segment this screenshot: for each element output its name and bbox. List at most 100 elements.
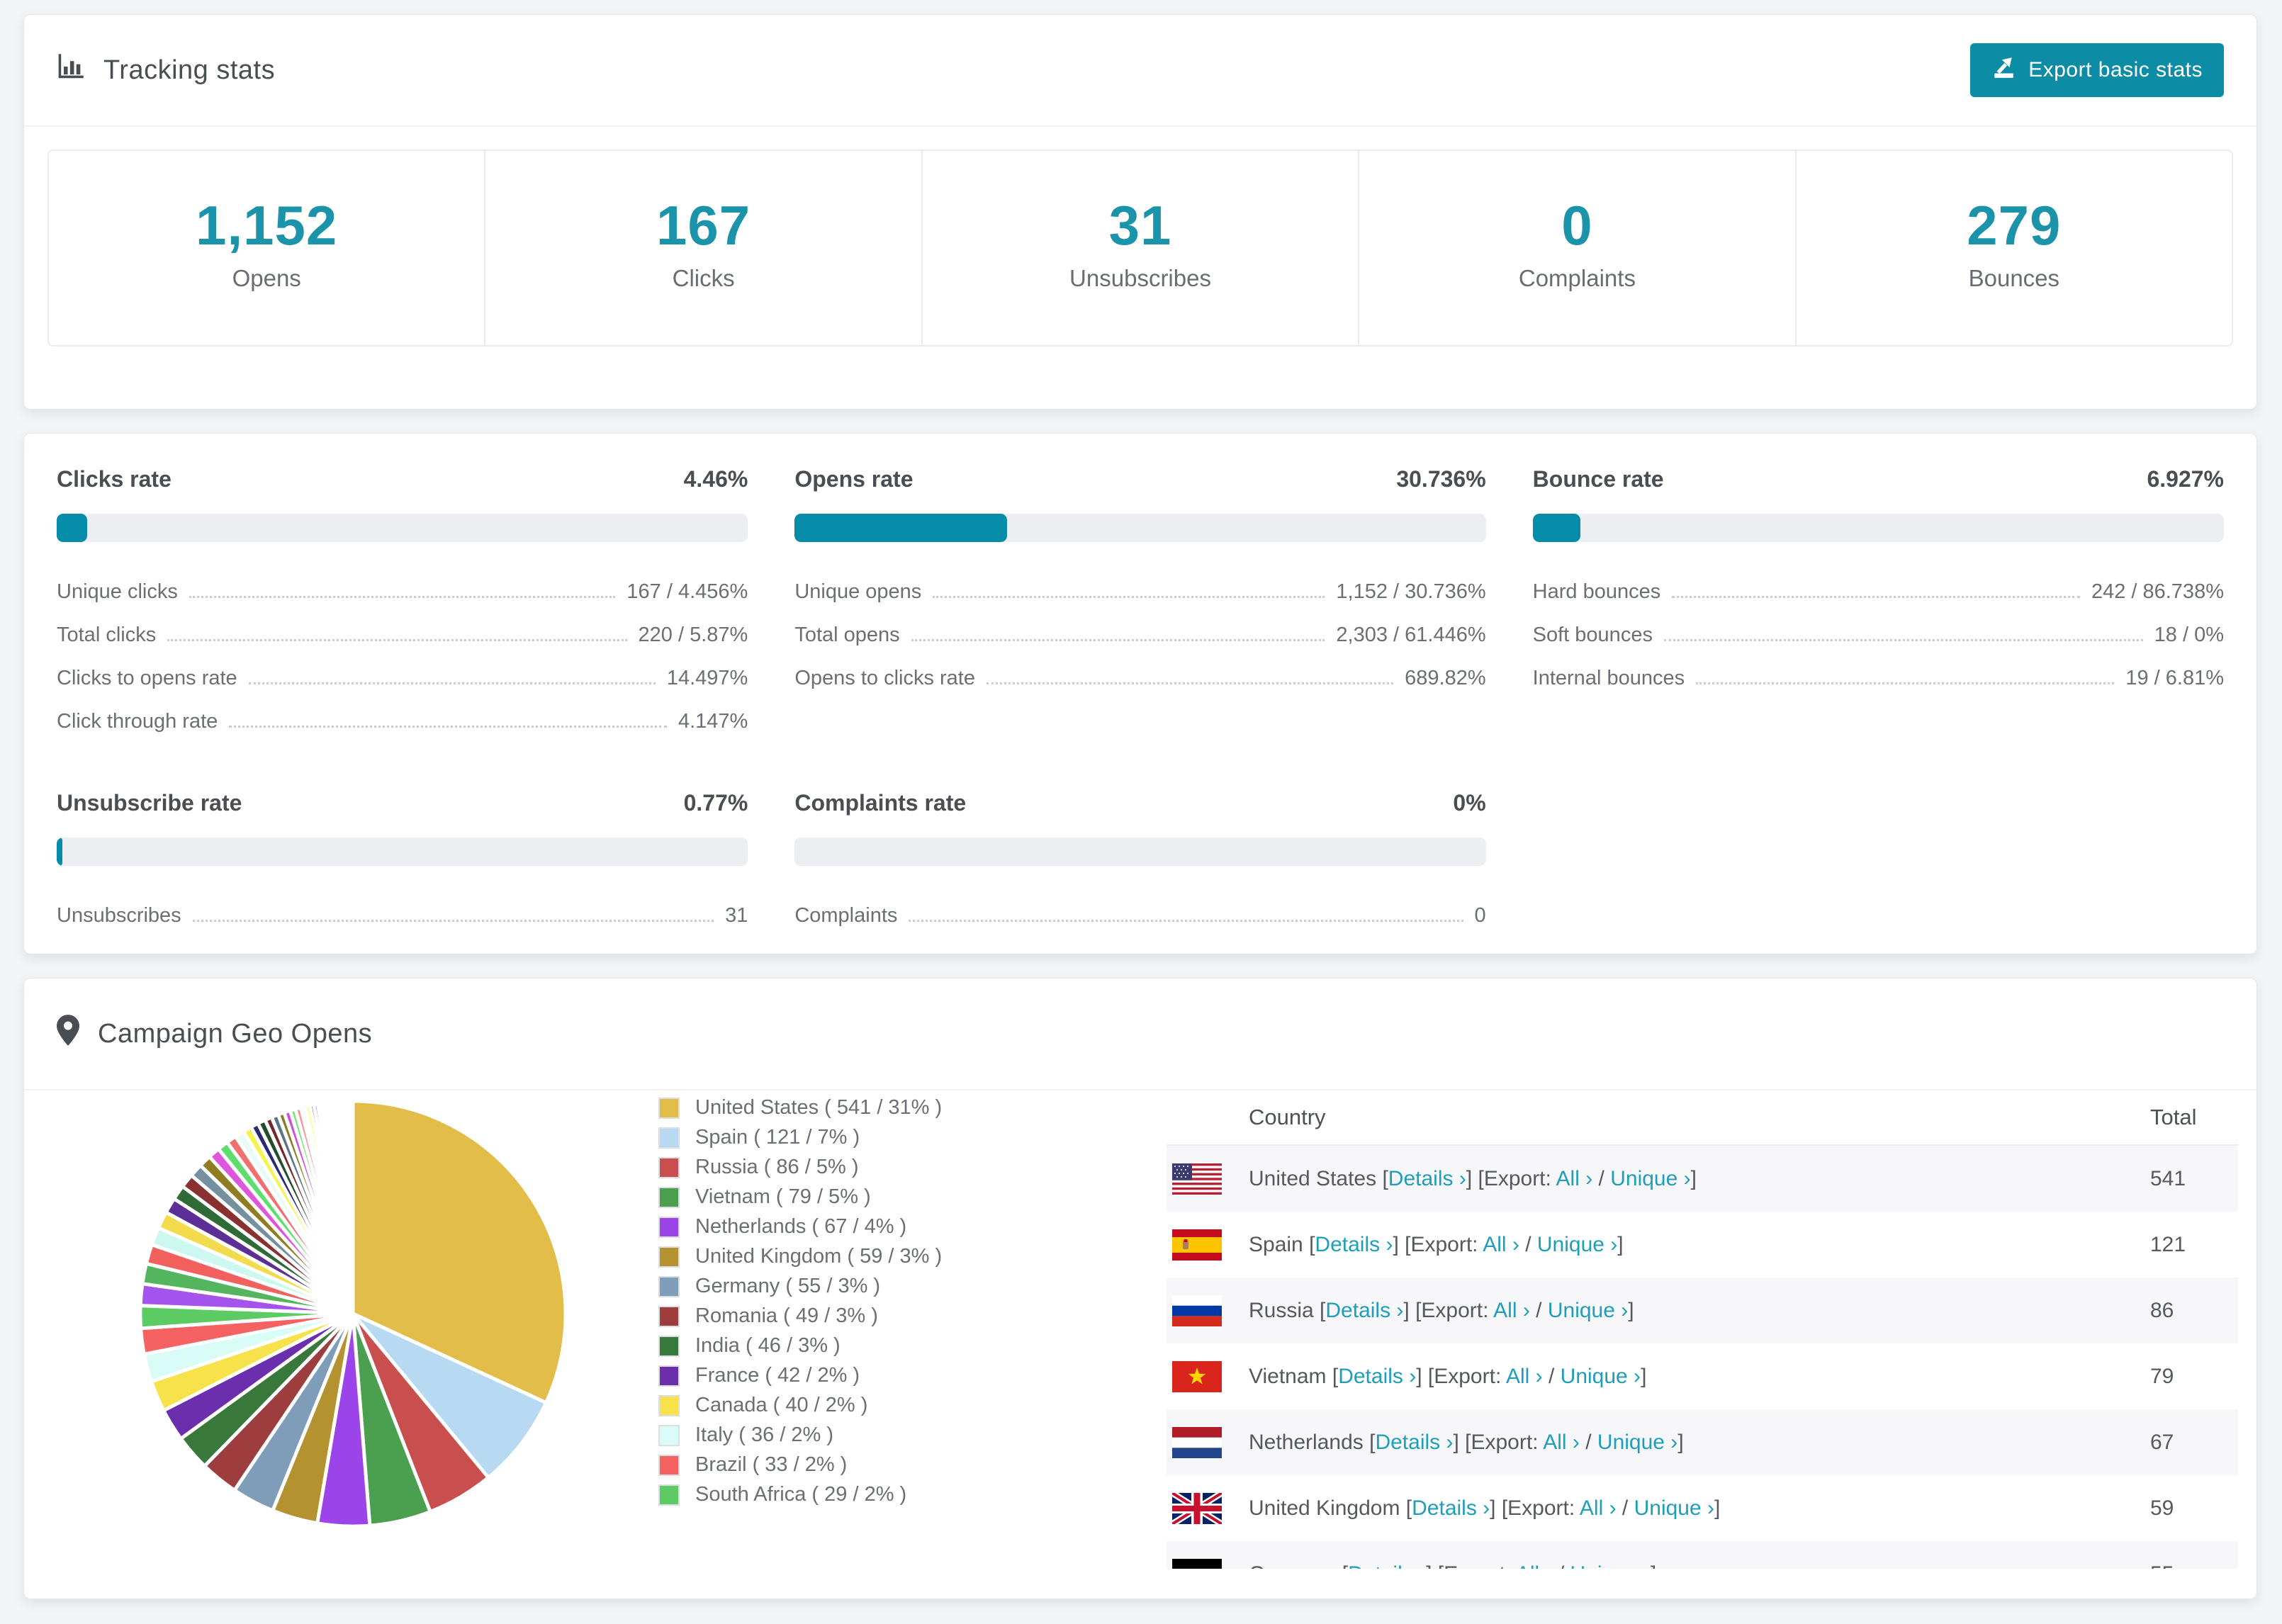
vn-flag-icon — [1172, 1360, 1222, 1392]
rate-row-label: Unsubscribes — [57, 904, 181, 927]
export-unique-link[interactable]: Unique › — [1561, 1365, 1641, 1388]
rate-row-value: 689.82% — [1405, 667, 1486, 689]
pie-legend: United States ( 541 / 31% ) Spain ( 121 /… — [658, 1096, 942, 1506]
geo-body: United States ( 541 / 31% ) Spain ( 121 /… — [24, 1090, 2256, 1569]
rate-row-value: 2,303 / 61.446% — [1336, 624, 1486, 646]
slash-text: / — [1553, 1562, 1570, 1569]
rate-row: Total opens 2,303 / 61.446% — [794, 614, 1485, 657]
rates-grid: Clicks rate 4.46% Unique clicks 167 / 4.456… — [24, 434, 2256, 937]
progress-fill — [794, 514, 1008, 542]
details-link[interactable]: Details › — [1325, 1299, 1403, 1322]
legend-item-vietnam: Vietnam ( 79 / 5% ) — [658, 1185, 942, 1208]
rate-row-label: Total opens — [794, 624, 900, 646]
export-unique-link[interactable]: Unique › — [1570, 1562, 1651, 1569]
rate-block-unsubscribe-rate: Unsubscribe rate 0.77% Unsubscribes 31 — [57, 790, 748, 937]
legend-swatch — [658, 1246, 680, 1268]
legend-label: Netherlands ( 67 / 4% ) — [695, 1215, 907, 1238]
table-row-gb: United Kingdom [Details ›] [Export: All … — [1167, 1475, 2238, 1541]
export-all-link[interactable]: All › — [1506, 1365, 1543, 1388]
total-cell: 59 — [2150, 1496, 2174, 1520]
rate-row: Click through rate 4.147% — [57, 700, 748, 743]
rate-row: Unique opens 1,152 / 30.736% — [794, 570, 1485, 614]
rate-row-value: 18 / 0% — [2154, 624, 2224, 646]
export-all-link[interactable]: All › — [1543, 1431, 1580, 1454]
legend-swatch — [658, 1335, 680, 1357]
column-header-total: Total — [2150, 1105, 2197, 1129]
export-all-link[interactable]: All › — [1580, 1496, 1617, 1520]
legend-label: Spain ( 121 / 7% ) — [695, 1126, 860, 1149]
details-link[interactable]: Details › — [1412, 1496, 1490, 1520]
total-cell: 55 — [2150, 1562, 2238, 1569]
rate-block-opens-rate: Opens rate 30.736% Unique opens 1,152 / 30.… — [794, 466, 1486, 743]
legend-item-italy: Italy ( 36 / 2% ) — [658, 1423, 942, 1446]
legend-item-brazil: Brazil ( 33 / 2% ) — [658, 1453, 942, 1476]
country-name: Vietnam — [1249, 1364, 1332, 1388]
export-all-link[interactable]: All › — [1556, 1167, 1593, 1190]
geo-table: Country Total United States [Details ›] … — [1167, 1090, 2238, 1569]
rate-row-label: Unique opens — [794, 580, 922, 603]
rate-row-value: 19 / 6.81% — [2125, 667, 2224, 689]
bracket-text: ] [Export: — [1416, 1364, 1506, 1388]
export-unique-link[interactable]: Unique › — [1537, 1233, 1617, 1256]
stat-cell-opens: 1,152 Opens — [49, 151, 486, 345]
details-link[interactable]: Details › — [1338, 1365, 1416, 1388]
details-link[interactable]: Details › — [1375, 1431, 1453, 1454]
export-all-link[interactable]: All › — [1483, 1233, 1519, 1256]
rate-row-label: Opens to clicks rate — [794, 667, 975, 689]
rate-title: Unsubscribe rate — [57, 790, 242, 816]
rate-row: Internal bounces 19 / 6.81% — [1533, 657, 2224, 700]
table-row-ru: Russia [Details ›] [Export: All › / Uniq… — [1167, 1278, 2238, 1343]
tracking-stats-title: Tracking stats — [57, 52, 275, 88]
rate-row-value: 167 / 4.456% — [626, 580, 748, 603]
stat-value: 279 — [1967, 194, 2062, 256]
export-unique-link[interactable]: Unique › — [1634, 1496, 1714, 1520]
stat-value: 31 — [1108, 194, 1172, 256]
slash-text: / — [1616, 1496, 1634, 1520]
legend-label: Canada ( 40 / 2% ) — [695, 1394, 868, 1416]
details-link[interactable]: Details › — [1348, 1562, 1426, 1569]
legend-swatch — [658, 1186, 680, 1208]
export-all-link[interactable]: All › — [1516, 1562, 1553, 1569]
rate-title: Opens rate — [794, 466, 914, 492]
legend-label: Germany ( 55 / 3% ) — [695, 1275, 881, 1297]
export-unique-link[interactable]: Unique › — [1548, 1299, 1628, 1322]
tracking-stats-panel: Tracking stats Export basic stats 1,152 O… — [23, 14, 2257, 410]
total-cell: 67 — [2150, 1430, 2174, 1454]
legend-item-romania: Romania ( 49 / 3% ) — [658, 1304, 942, 1327]
nl-flag-icon — [1172, 1426, 1222, 1458]
table-row-de: Germany [Details ›] [Export: All › / Uni… — [1167, 1541, 2238, 1569]
export-all-link[interactable]: All › — [1493, 1299, 1530, 1322]
bracket-text: [ — [1405, 1496, 1412, 1520]
progress-bar — [794, 838, 1486, 866]
bracket-text: ] — [1651, 1562, 1656, 1569]
rate-rows: Hard bounces 242 / 86.738% Soft bounces 18 … — [1533, 570, 2224, 700]
tracking-stats-header: Tracking stats Export basic stats — [24, 15, 2256, 127]
bracket-text: ] [Export: — [1466, 1166, 1556, 1190]
export-unique-link[interactable]: Unique › — [1597, 1431, 1677, 1454]
country-cell: Germany [Details ›] [Export: All › / Uni… — [1249, 1562, 2150, 1569]
export-basic-stats-button[interactable]: Export basic stats — [1970, 43, 2224, 97]
country-name: United States — [1249, 1166, 1383, 1190]
legend-swatch — [658, 1275, 680, 1297]
dotted-leader — [248, 682, 656, 684]
dotted-leader — [167, 639, 627, 641]
rate-row: Total clicks 220 / 5.87% — [57, 614, 748, 657]
dotted-leader — [192, 920, 714, 922]
rate-row-value: 242 / 86.738% — [2091, 580, 2224, 603]
geo-table-rows: United States [Details ›] [Export: All ›… — [1167, 1146, 2238, 1569]
country-cell: Russia [Details ›] [Export: All › / Uniq… — [1249, 1299, 2150, 1323]
stat-cell-unsubscribes: 31 Unsubscribes — [923, 151, 1360, 345]
legend-label: India ( 46 / 3% ) — [695, 1334, 841, 1357]
rate-row: Soft bounces 18 / 0% — [1533, 614, 2224, 657]
rate-row-label: Soft bounces — [1532, 624, 1653, 646]
details-link[interactable]: Details › — [1388, 1167, 1466, 1190]
progress-fill — [57, 838, 62, 866]
total-cell: 541 — [2150, 1166, 2186, 1190]
stat-value: 167 — [656, 194, 751, 256]
details-link[interactable]: Details › — [1315, 1233, 1393, 1256]
legend-swatch — [658, 1454, 680, 1476]
export-unique-link[interactable]: Unique › — [1610, 1167, 1690, 1190]
rate-rows: Unsubscribes 31 — [57, 894, 748, 937]
legend-item-united-kingdom: United Kingdom ( 59 / 3% ) — [658, 1245, 942, 1268]
bracket-text: ] — [1677, 1430, 1684, 1454]
